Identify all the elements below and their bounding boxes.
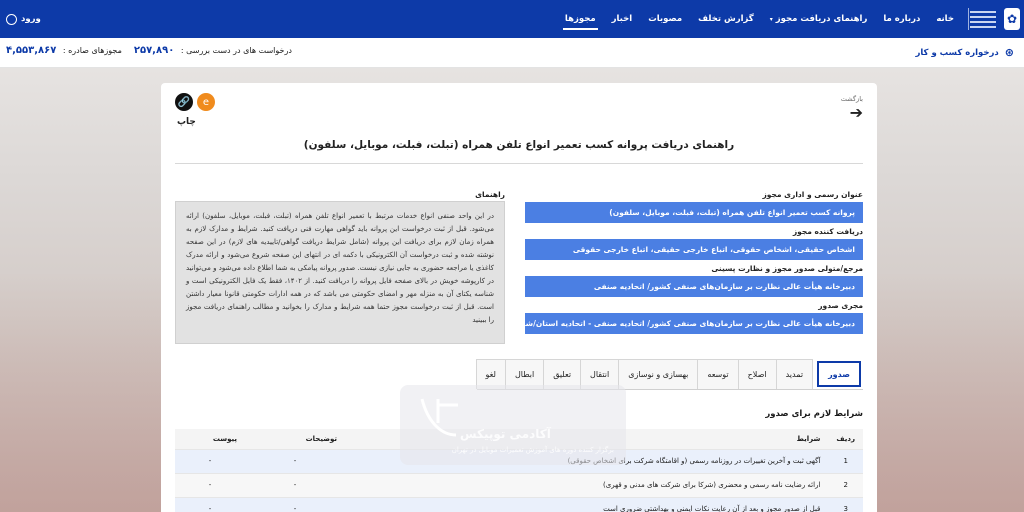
nav-item-report-violation[interactable]: گزارش تخلف: [690, 0, 762, 38]
nav-item-about[interactable]: درباره ما: [875, 0, 928, 38]
header-attachment: پیوست: [175, 429, 245, 449]
login-label: ورود: [21, 14, 41, 24]
row-number: 3: [828, 496, 863, 512]
link-icon[interactable]: 🔗: [175, 93, 193, 111]
eitaa-share-icon[interactable]: e: [197, 93, 215, 111]
field-value-official-title: پروانه کسب تعمیر انواع تلفن همراه (تبلت،…: [525, 202, 863, 223]
field-value-recipient: اشخاص حقیقی، اشخاص حقوقی، اتباع خارجی حق…: [525, 239, 863, 260]
row-condition: ارائه رضایت نامه رسمی و محضری (شرکا برای…: [345, 472, 829, 497]
tab-amend[interactable]: اصلاح: [737, 359, 777, 389]
stat-pending-label: درخواست های در دست بررسی :: [180, 46, 292, 55]
print-button[interactable]: چاپ: [177, 117, 196, 127]
tab-renovate[interactable]: بهسازی و نوسازی: [618, 359, 699, 389]
arrow-right-icon: ➔: [849, 103, 863, 122]
field-label-official-title: عنوان رسمی و اداری مجوز: [762, 190, 863, 199]
divider: [175, 163, 863, 164]
nav-item-licenses[interactable]: مجوزها: [557, 0, 604, 38]
tools: 🔗 e: [175, 93, 215, 111]
back-button[interactable]: بازگشت ➔: [841, 95, 863, 121]
nav-menu: خانه درباره ما راهنمای دریافت مجوز ▾ گزا…: [557, 0, 962, 38]
logo-text-lines: [968, 8, 1000, 30]
top-navigation: ✿ خانه درباره ما راهنمای دریافت مجوز ▾ گ…: [0, 0, 1024, 38]
stat-issued: مجوزهای صادره : ۴,۵۵۳,۸۶۷: [6, 45, 122, 56]
field-value-authority: دبیرخانه هیأت عالی نظارت بر سازمان‌های ص…: [525, 276, 863, 297]
emblem-icon: ✿: [1004, 8, 1020, 30]
row-number: 1: [828, 448, 863, 473]
breadcrumb-label: درخواره کسب و کار: [915, 47, 999, 58]
guide-text: در این واحد صنفی انواع خدمات مرتبط با تع…: [175, 201, 505, 344]
tab-issue[interactable]: صدور: [817, 361, 861, 387]
row-attachment: -: [175, 448, 245, 473]
stats: درخواست های در دست بررسی : ۲۵۷,۸۹۰ مجوزه…: [6, 45, 292, 56]
portal-icon: ⊛: [1004, 46, 1014, 59]
stat-pending-value: ۲۵۷,۸۹۰: [133, 45, 175, 56]
field-label-authority: مرجع/متولی صدور مجوز و نظارت پسینی: [711, 264, 863, 273]
field-label-recipient: دریافت کننده مجوز: [792, 227, 863, 236]
row-attachment: -: [175, 496, 245, 512]
tab-renew[interactable]: تمدید: [775, 359, 814, 389]
header-description: توضیحات: [245, 429, 345, 449]
section-title: شرایط لازم برای صدور: [765, 409, 863, 419]
stat-issued-label: مجوزهای صادره :: [62, 46, 122, 55]
row-description: -: [245, 496, 345, 512]
page-title: راهنمای دریافت پروانه کسب تعمیر انواع تل…: [303, 139, 735, 151]
back-label: بازگشت: [840, 95, 863, 103]
header-row-number: ردیف: [828, 429, 863, 449]
row-number: 2: [828, 472, 863, 497]
nav-item-label: راهنمای دریافت مجوز: [775, 14, 868, 24]
field-label-executor: مجری صدور: [818, 301, 863, 310]
stat-issued-value: ۴,۵۵۳,۸۶۷: [6, 45, 57, 56]
nav-item-resolutions[interactable]: مصوبات: [640, 0, 690, 38]
breadcrumb[interactable]: ⊛ درخواره کسب و کار: [915, 46, 1014, 59]
nav-item-news[interactable]: اخبار: [604, 0, 641, 38]
stat-pending: درخواست های در دست بررسی : ۲۵۷,۸۹۰: [134, 45, 292, 56]
row-description: -: [245, 448, 345, 473]
field-value-executor: دبیرخانه هیأت عالی نظارت بر سازمان‌های ص…: [525, 313, 863, 334]
watermark-logo-icon: [420, 398, 458, 437]
row-condition: قبل از صدور مجوز و بعد از آن رعایت نکات …: [345, 496, 829, 512]
tab-expand[interactable]: توسعه: [697, 359, 739, 389]
login-button[interactable]: ورود: [6, 0, 41, 38]
row-description: -: [245, 472, 345, 497]
nav-item-home[interactable]: خانه: [928, 0, 962, 38]
user-icon: [6, 13, 17, 25]
watermark-title: آکادمی توپیکس: [460, 427, 551, 441]
government-logo[interactable]: ✿: [962, 4, 1020, 34]
license-fields: عنوان رسمی و اداری مجوز پروانه کسب تعمیر…: [525, 187, 863, 338]
table-row[interactable]: 3 قبل از صدور مجوز و بعد از آن رعایت نکا…: [175, 496, 863, 512]
guide-title: راهنمای: [475, 190, 505, 199]
nav-item-license-guide[interactable]: راهنمای دریافت مجوز ▾: [762, 0, 876, 38]
watermark-subtitle: برگزار کننده دوره های آموزش تعمیرات موبا…: [451, 446, 614, 454]
row-attachment: -: [175, 472, 245, 497]
table-row[interactable]: 2 ارائه رضایت نامه رسمی و محضری (شرکا بر…: [175, 472, 863, 497]
chevron-down-icon: ▾: [769, 15, 773, 23]
info-bar: ⊛ درخواره کسب و کار درخواست های در دست ب…: [0, 38, 1024, 68]
